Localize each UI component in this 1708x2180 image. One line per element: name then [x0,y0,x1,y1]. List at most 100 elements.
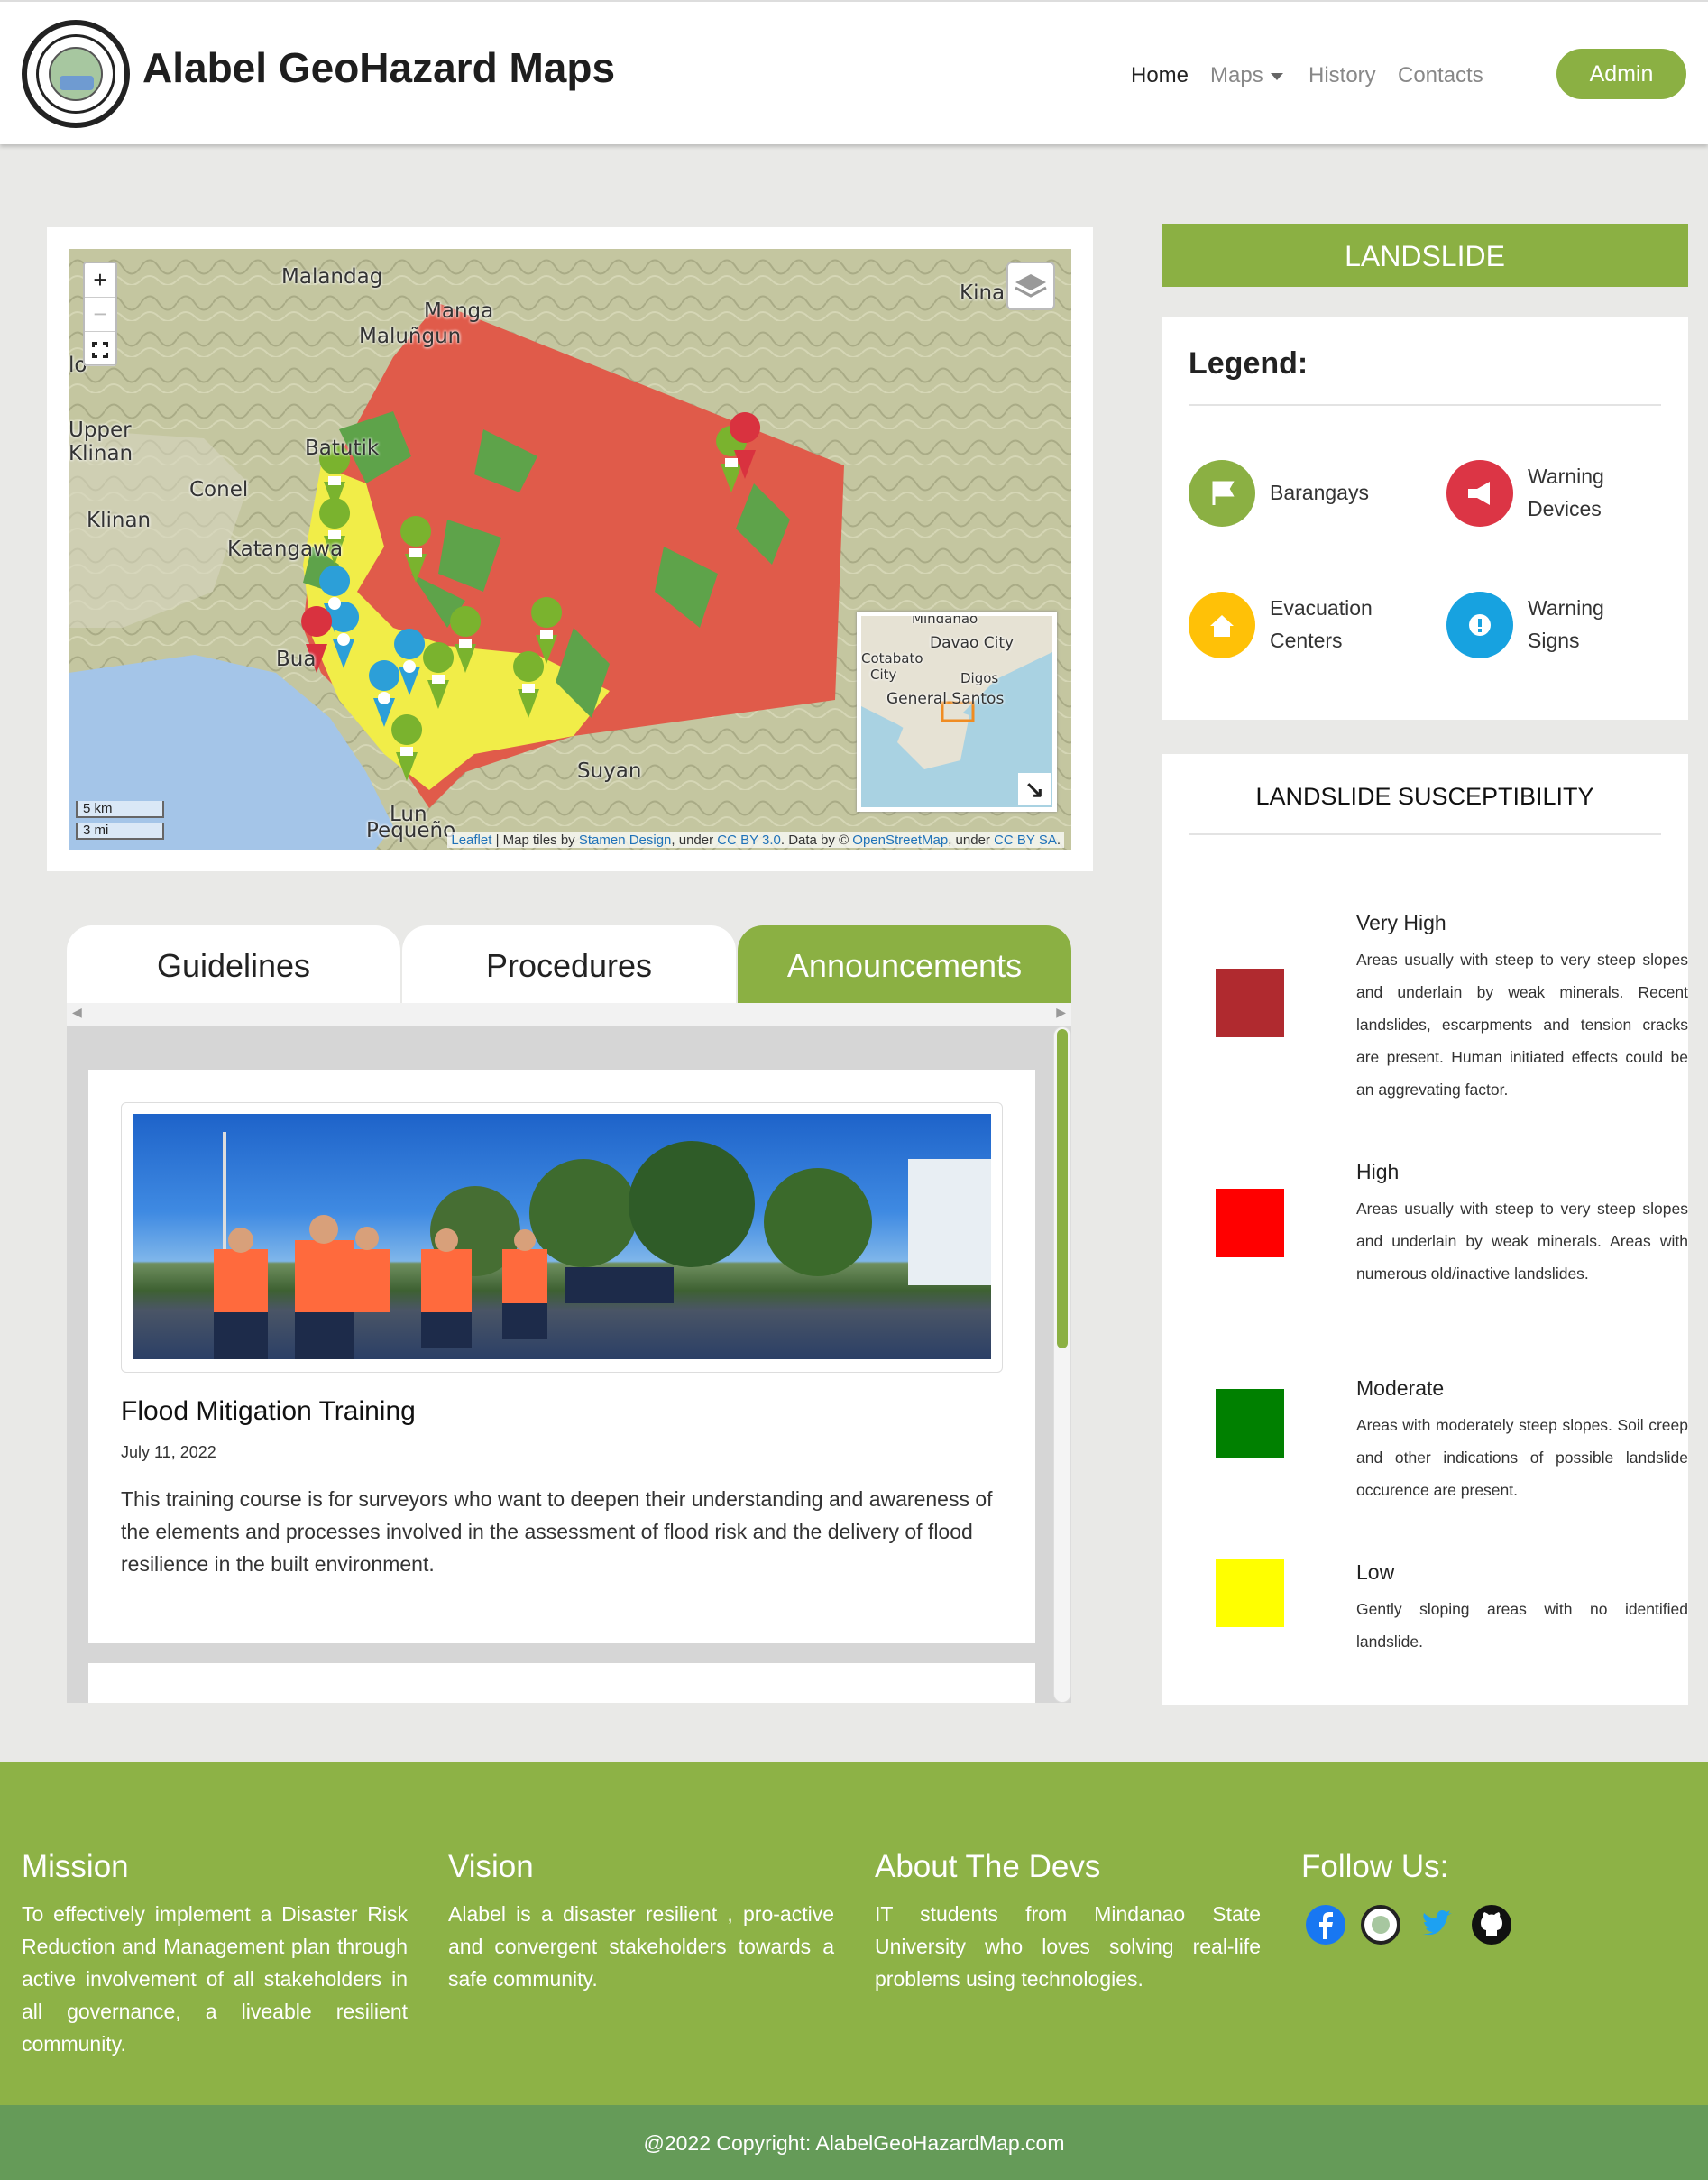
legend-card: Legend: Barangays Warning Devices Evacua… [1162,317,1688,720]
minimap-place-label: General Santos [886,690,1005,708]
stamen-link[interactable]: Stamen Design [579,832,672,848]
swatch-moderate [1216,1389,1284,1458]
divider [1189,404,1661,406]
level-description: Areas usually with steep to very steep s… [1356,951,1688,1099]
vision-text: Alabel is a disaster resilient , pro-act… [448,1902,834,1991]
navbar: Alabel GeoHazard Maps Home Maps History … [0,0,1708,144]
scale-mi: 3 mi [76,823,164,840]
chevron-down-icon [1270,72,1283,80]
map-place-label: Bua [276,648,317,671]
alabel-seal-icon[interactable] [1361,1905,1400,1945]
vision-title: Vision [448,1849,534,1884]
scrollbar-thumb[interactable] [1057,1029,1068,1348]
level-description: Gently sloping areas with no identified … [1356,1600,1688,1651]
facebook-icon[interactable] [1306,1905,1345,1945]
horizontal-scrollbar[interactable]: ◀ ▶ [67,1003,1071,1026]
info-tabs: Guidelines Procedures Announcements [67,925,1071,1003]
vertical-scrollbar[interactable] [1053,1026,1071,1703]
minimap[interactable]: Mindanao Davao City Cotabato City Digos … [857,612,1057,812]
attribution-text: , under [671,832,718,848]
alabel-seal-logo[interactable] [22,20,130,128]
scroll-right-icon[interactable]: ▶ [1056,1005,1066,1020]
photo-scene [214,1132,991,1359]
nav-contacts[interactable]: Contacts [1398,63,1483,88]
follow-title: Follow Us: [1301,1849,1449,1884]
zoom-control: + − [83,262,117,366]
announcements-panel: Flood Mitigation Training July 11, 2022 … [67,1026,1071,1703]
minimap-toggle-button[interactable]: ↘ [1018,773,1051,805]
devs-title: About The Devs [875,1849,1101,1884]
footer-mission: Mission To effectively implement a Disas… [22,1849,408,2060]
devs-text: IT students from Mindanao State Universi… [875,1902,1261,1991]
nav-maps-label: Maps [1210,63,1263,87]
zoom-out-button[interactable]: − [85,298,115,332]
exclamation-icon [1446,592,1513,658]
brand-title[interactable]: Alabel GeoHazard Maps [142,43,615,92]
map-place-label: Batutik [305,437,380,460]
mission-title: Mission [22,1849,129,1884]
susceptibility-title: LANDSLIDE SUSCEPTIBILITY [1255,783,1594,810]
announcement-date: July 11, 2022 [121,1443,216,1461]
level-description: Areas usually with steep to very steep s… [1356,1200,1688,1283]
map-place-label: Maluñgun [359,325,462,348]
footer-vision: Vision Alabel is a disaster resilient , … [448,1849,834,1995]
scale-km: 5 km [76,801,164,818]
twitter-icon[interactable] [1417,1905,1456,1945]
attribution-text: . [1056,832,1061,848]
tab-procedures[interactable]: Procedures [402,925,736,1003]
level-name: Very High [1356,911,1446,934]
announcement-card[interactable] [88,1663,1035,1703]
attribution-text: , under [948,832,995,848]
nav-history[interactable]: History [1309,63,1376,88]
level-name: Moderate [1356,1376,1445,1400]
zoom-in-button[interactable]: + [85,263,115,298]
attribution-text: | Map tiles by [491,832,579,848]
nav-maps[interactable]: Maps [1210,63,1283,88]
swatch-low [1216,1559,1284,1627]
cc-by-sa-link[interactable]: CC BY SA [994,832,1057,848]
map-place-label: Klinan [69,442,133,465]
tab-announcements[interactable]: Announcements [738,925,1071,1003]
tab-guidelines[interactable]: Guidelines [67,925,400,1003]
layers-icon [1015,274,1047,298]
legend-label: Barangays [1270,481,1369,504]
announcement-photo-frame [121,1102,1003,1373]
admin-button[interactable]: Admin [1556,49,1686,99]
map-card: Malandag Manga Maluñgun Kinan lo Upper K… [47,227,1093,871]
minimap-place-label: Digos [960,670,999,686]
leaflet-link[interactable]: Leaflet [451,832,491,848]
level-name: Low [1356,1560,1395,1584]
layers-button[interactable] [1006,262,1055,310]
legend-label: Evacuation Centers [1270,596,1373,652]
announcement-card[interactable]: Flood Mitigation Training July 11, 2022 … [88,1070,1035,1643]
nav-home[interactable]: Home [1131,63,1189,88]
flag-icon [1189,460,1255,527]
fullscreen-button[interactable] [85,332,115,366]
announcement-title[interactable]: Flood Mitigation Training [121,1396,416,1427]
mission-text: To effectively implement a Disaster Risk… [22,1902,408,2056]
footer-follow: Follow Us: [1301,1849,1687,1898]
attribution-text: . Data by © [780,832,853,848]
announcement-photo [133,1114,991,1359]
copyright: @2022 Copyright: AlabelGeoHazardMap.com [0,2105,1708,2180]
legend-title: Legend: [1189,346,1309,381]
map-place-label: Suyan [577,759,642,783]
hazard-type-header: LANDSLIDE [1162,224,1688,287]
minimap-place-label: Davao City [930,634,1015,652]
map-place-label: Klinan [87,509,152,532]
minimap-place-label: Mindanao [912,612,978,627]
announcement-body: This training course is for surveyors wh… [121,1487,993,1576]
map-place-label: Pequeño [366,819,456,842]
cc-by-link[interactable]: CC BY 3.0 [717,832,781,848]
scroll-left-icon[interactable]: ◀ [72,1005,82,1020]
github-icon[interactable] [1472,1905,1511,1945]
minimap-place-label: City [870,667,897,683]
legend-label: Warning Signs [1528,596,1604,652]
swatch-high [1216,1189,1284,1257]
legend-label: Warning Devices [1528,465,1604,520]
minimap-place-label: Cotabato [861,650,923,667]
level-name: High [1356,1160,1400,1183]
osm-link[interactable]: OpenStreetMap [852,832,948,848]
hazard-map[interactable]: Malandag Manga Maluñgun Kinan lo Upper K… [69,249,1071,850]
map-place-label: Malandag [281,265,383,289]
